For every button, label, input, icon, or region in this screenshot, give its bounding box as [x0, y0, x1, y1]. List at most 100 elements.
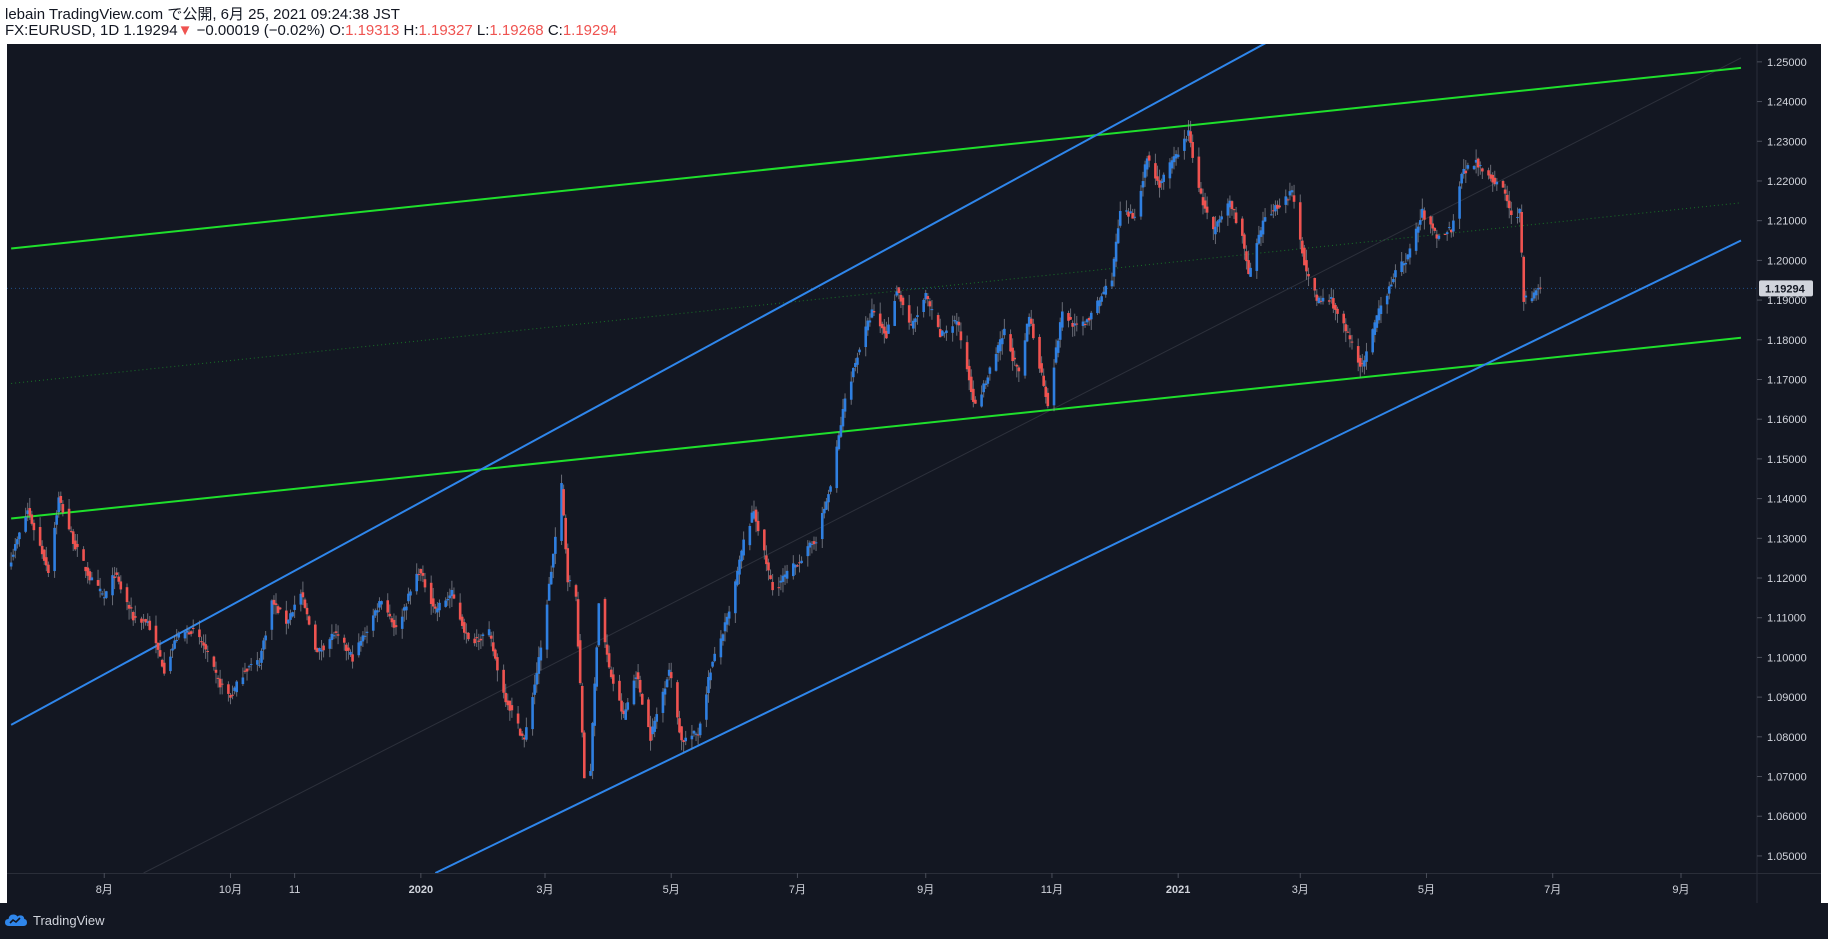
candle-down — [148, 620, 152, 630]
price-chart[interactable]: 1.25000 1.24000 1.23000 1.22000 1.21000 1.200… — [7, 44, 1821, 903]
candle-up — [320, 650, 323, 652]
candle-up — [887, 324, 890, 334]
candle-down — [117, 576, 121, 582]
candle-up — [742, 539, 745, 556]
candle-up — [1214, 226, 1217, 235]
trend-line-green[interactable] — [11, 66, 1742, 250]
candle-down — [974, 399, 977, 404]
y-tick-label: 1.10000 — [1767, 652, 1807, 664]
candle-up — [545, 604, 549, 650]
candle-up — [415, 573, 419, 592]
candle-up — [589, 771, 592, 776]
candle-up — [547, 583, 551, 601]
candle-down — [1069, 317, 1072, 320]
candle-down — [566, 548, 570, 583]
candle-up — [9, 562, 13, 567]
candle-down — [245, 668, 249, 672]
candle-down — [1443, 233, 1447, 235]
candle-up — [984, 383, 988, 386]
chart-area[interactable]: 1.25000 1.24000 1.23000 1.22000 1.21000 1.200… — [7, 44, 1821, 903]
y-tick-label: 1.12000 — [1767, 573, 1807, 585]
candle-up — [719, 638, 723, 658]
candle-up — [171, 648, 174, 651]
candle-down — [680, 726, 683, 741]
candle-down — [502, 669, 505, 693]
candle-down — [76, 543, 79, 548]
trend-line-green[interactable] — [11, 336, 1742, 520]
candle-down — [32, 522, 36, 531]
candle-up — [1000, 338, 1004, 345]
candle-up — [1387, 286, 1391, 294]
candle-down — [1507, 200, 1511, 209]
last-price-text: 1.19294 — [1765, 283, 1806, 295]
candle-down — [936, 315, 940, 327]
candle-down — [30, 514, 34, 524]
candle-up — [405, 606, 408, 611]
candle-down — [489, 635, 493, 639]
trend-lines[interactable] — [10, 44, 1742, 873]
candle-down — [214, 669, 218, 673]
candle-up — [827, 494, 830, 503]
candle-up — [328, 639, 332, 649]
time-axis[interactable]: 8月 10月 11 2020 3月 5月 7月 9月 11月 2021 3月 5月 7月 9月 — [96, 873, 1690, 896]
x-tick-label: 9月 — [917, 884, 934, 896]
candle-down — [322, 645, 325, 651]
y-tick-label: 1.14000 — [1767, 494, 1807, 506]
candle-down — [96, 580, 100, 586]
price-axis[interactable]: 1.25000 1.24000 1.23000 1.22000 1.21000 1.200… — [1757, 57, 1807, 863]
candle-down — [1083, 323, 1087, 325]
candle-up — [1452, 220, 1455, 232]
candle-up — [806, 546, 810, 557]
candle-down — [767, 562, 770, 571]
candle-down — [1286, 199, 1290, 201]
candle-down — [603, 599, 607, 643]
candle-up — [1141, 181, 1145, 188]
x-tick-label: 11月 — [1041, 884, 1063, 896]
x-tick-label: 5月 — [663, 884, 680, 896]
trend-line-blue[interactable] — [10, 44, 1271, 726]
candle-down — [452, 594, 456, 599]
x-tick-label: 2020 — [409, 884, 433, 896]
candle-up — [539, 647, 543, 661]
y-tick-label: 1.07000 — [1767, 772, 1807, 784]
candle-down — [305, 607, 309, 615]
candle-up — [856, 357, 859, 365]
candle-up — [721, 634, 725, 641]
candle-up — [183, 632, 187, 639]
candle-down — [611, 674, 615, 684]
candle-down — [1520, 211, 1523, 253]
y-tick-label: 1.23000 — [1767, 136, 1807, 148]
candle-up — [11, 554, 15, 557]
candle-down — [419, 568, 423, 574]
down-arrow-icon: ▼ — [177, 22, 193, 39]
candle-up — [535, 673, 539, 685]
open-label: O: — [329, 22, 346, 39]
candle-up — [1125, 210, 1128, 212]
candle-down — [216, 677, 220, 679]
candle-down — [1015, 364, 1019, 367]
candle-down — [1433, 227, 1437, 231]
candle-up — [841, 409, 845, 427]
candle-up — [980, 394, 983, 407]
candle-up — [1104, 285, 1108, 295]
candle-up — [1478, 164, 1482, 166]
candle-down — [640, 693, 644, 705]
candle-up — [1089, 312, 1093, 320]
candle-up — [986, 377, 990, 384]
candle-up — [1390, 284, 1393, 287]
candle-up — [709, 672, 712, 681]
candle-up — [626, 702, 630, 710]
candle-up — [549, 571, 553, 585]
candle-down — [618, 680, 621, 701]
trend-line-blue[interactable] — [434, 239, 1742, 873]
symbol-interval: FX:EURUSD, 1D — [5, 22, 120, 39]
trend-line-green_dotted[interactable] — [11, 202, 1742, 384]
candle-up — [1447, 227, 1451, 229]
candle-up — [444, 600, 447, 607]
candle-down — [638, 679, 642, 693]
candle-down — [82, 549, 85, 561]
candle-down — [578, 640, 582, 684]
trend-line-gray_thin[interactable] — [143, 57, 1742, 873]
candle-down — [1358, 358, 1362, 367]
candle-up — [1129, 211, 1132, 214]
